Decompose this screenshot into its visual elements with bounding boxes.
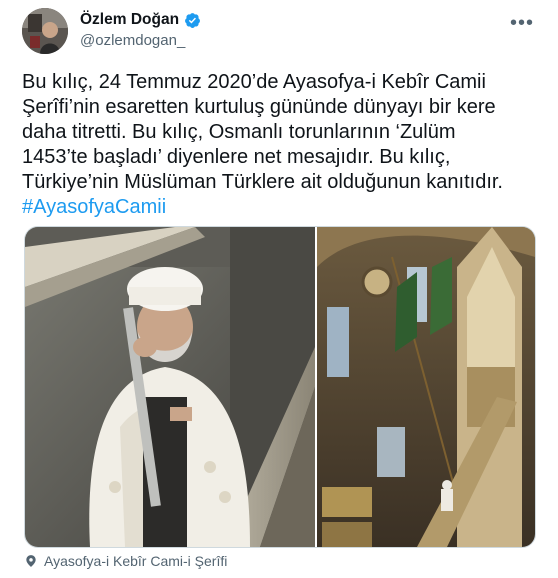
author-name-row: Özlem Doğan (80, 11, 201, 29)
verified-badge-icon (185, 12, 200, 28)
avatar[interactable] (22, 8, 68, 54)
tweet-text-line: daha titretti. Bu kılıç, Osmanlı torunla… (22, 121, 456, 143)
photo-imam-with-sword[interactable] (25, 227, 315, 547)
hashtag-link[interactable]: #AyasofyaCamii (22, 195, 537, 220)
tweet-text-line: 1453’te başladı’ diyenlere net mesajıdır… (22, 146, 451, 168)
location-tag[interactable]: Ayasofya-i Kebîr Cami-i Şerîfi (24, 553, 227, 569)
tweet-card: Özlem Doğan @ozlemdogan_ ••• Bu kılıç, 2… (0, 0, 558, 578)
tweet-text-line: Şerîfi’nin esaretten kurtuluş gününde dü… (22, 96, 496, 118)
author-display-name[interactable]: Özlem Doğan (80, 11, 179, 29)
tweet-media[interactable] (24, 226, 536, 548)
location-label[interactable]: Ayasofya-i Kebîr Cami-i Şerîfi (44, 553, 227, 569)
location-pin-icon (26, 555, 36, 567)
tweet-text-line: Türkiye’nin Müslüman Türklere ait olduğu… (22, 171, 503, 193)
author-handle[interactable]: @ozlemdogan_ (80, 32, 185, 49)
tweet-text: Bu kılıç, 24 Temmuz 2020’de Ayasofya-i K… (22, 70, 537, 220)
tweet-text-line: Bu kılıç, 24 Temmuz 2020’de Ayasofya-i K… (22, 71, 486, 93)
more-horizontal-icon[interactable]: ••• (510, 12, 534, 35)
photo-mosque-interior[interactable] (317, 227, 535, 547)
